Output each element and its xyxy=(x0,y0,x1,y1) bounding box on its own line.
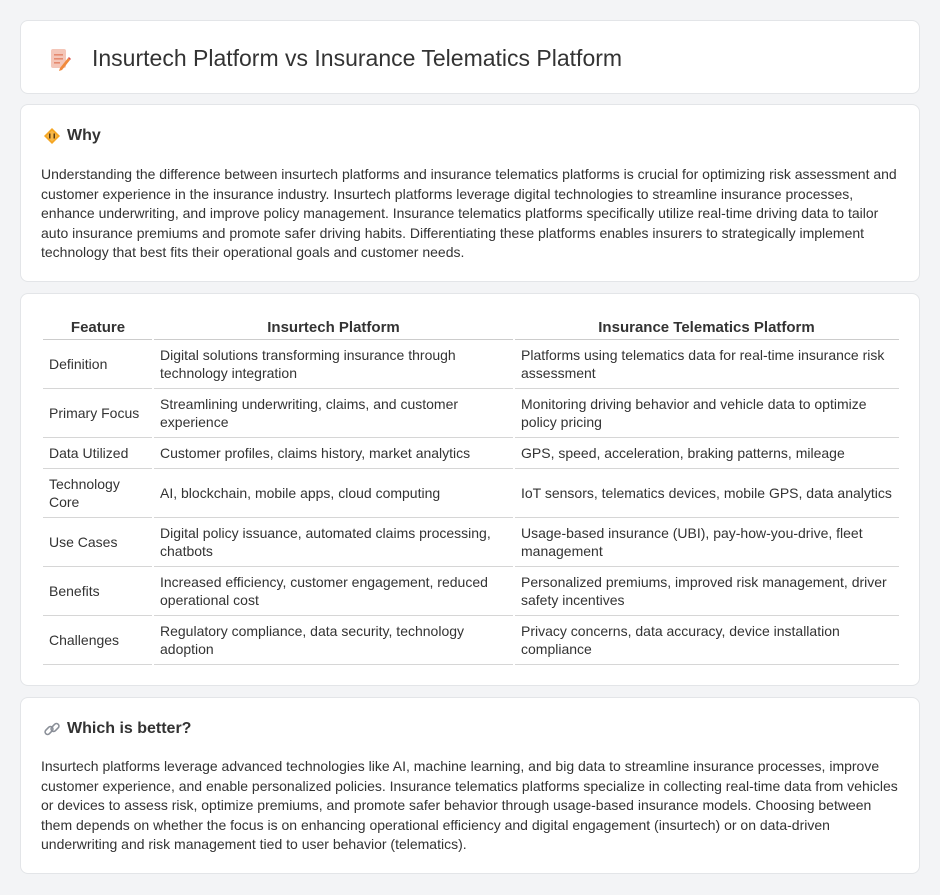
road-sign-icon xyxy=(44,128,60,144)
header-insurtech: Insurtech Platform xyxy=(153,316,514,340)
page-title: Insurtech Platform vs Insurance Telemati… xyxy=(92,45,623,71)
header-feature: Feature xyxy=(43,316,153,340)
telematics-cell: Platforms using telematics data for real… xyxy=(514,339,899,389)
document-edit-icon xyxy=(51,48,71,71)
table-row: Challenges Regulatory compliance, data s… xyxy=(43,615,899,665)
insurtech-cell: Increased efficiency, customer engagemen… xyxy=(153,566,515,616)
header-telematics: Insurance Telematics Platform xyxy=(514,316,899,340)
telematics-cell: GPS, speed, acceleration, braking patter… xyxy=(514,437,899,469)
title-card: Insurtech Platform vs Insurance Telemati… xyxy=(20,20,920,94)
feature-cell: Technology Core xyxy=(43,468,154,518)
comparison-table: Feature Insurtech Platform Insurance Tel… xyxy=(43,316,899,665)
telematics-cell: IoT sensors, telematics devices, mobile … xyxy=(514,468,899,518)
insurtech-cell: Digital solutions transforming insurance… xyxy=(153,339,515,389)
title-row: Insurtech Platform vs Insurance Telemati… xyxy=(46,45,622,72)
feature-cell: Challenges xyxy=(43,615,154,665)
why-heading: Why xyxy=(67,127,101,144)
insurtech-cell: Regulatory compliance, data security, te… xyxy=(153,615,515,665)
insurtech-cell: AI, blockchain, mobile apps, cloud compu… xyxy=(153,468,515,518)
table-row: Use Cases Digital policy issuance, autom… xyxy=(43,517,899,567)
feature-cell: Benefits xyxy=(43,566,154,616)
why-heading-row: Why xyxy=(43,127,101,145)
telematics-cell: Usage-based insurance (UBI), pay-how-you… xyxy=(514,517,899,567)
table-row: Data Utilized Customer profiles, claims … xyxy=(43,437,899,469)
comparison-table-card: Feature Insurtech Platform Insurance Tel… xyxy=(20,293,920,686)
feature-cell: Use Cases xyxy=(43,517,154,567)
table-row: Technology Core AI, blockchain, mobile a… xyxy=(43,468,899,518)
better-heading: Which is better? xyxy=(67,720,192,737)
better-text: Insurtech platforms leverage advanced te… xyxy=(41,758,898,852)
table-row: Benefits Increased efficiency, customer … xyxy=(43,566,899,616)
link-icon xyxy=(44,722,60,736)
better-heading-row: Which is better? xyxy=(43,720,191,738)
table-row: Primary Focus Streamlining underwriting,… xyxy=(43,388,899,438)
table-row: Definition Digital solutions transformin… xyxy=(43,339,899,389)
feature-cell: Primary Focus xyxy=(43,388,154,438)
why-section: Why Understanding the difference between… xyxy=(20,104,920,282)
telematics-cell: Personalized premiums, improved risk man… xyxy=(514,566,899,616)
which-is-better-section: Which is better? Insurtech platforms lev… xyxy=(20,697,920,874)
feature-cell: Data Utilized xyxy=(43,437,154,469)
why-text: Understanding the difference between ins… xyxy=(41,166,897,260)
telematics-cell: Privacy concerns, data accuracy, device … xyxy=(514,615,899,665)
table-header-row: Feature Insurtech Platform Insurance Tel… xyxy=(43,316,899,340)
telematics-cell: Monitoring driving behavior and vehicle … xyxy=(514,388,899,438)
insurtech-cell: Digital policy issuance, automated claim… xyxy=(153,517,515,567)
insurtech-cell: Streamlining underwriting, claims, and c… xyxy=(153,388,515,438)
feature-cell: Definition xyxy=(43,339,154,389)
insurtech-cell: Customer profiles, claims history, marke… xyxy=(153,437,515,469)
